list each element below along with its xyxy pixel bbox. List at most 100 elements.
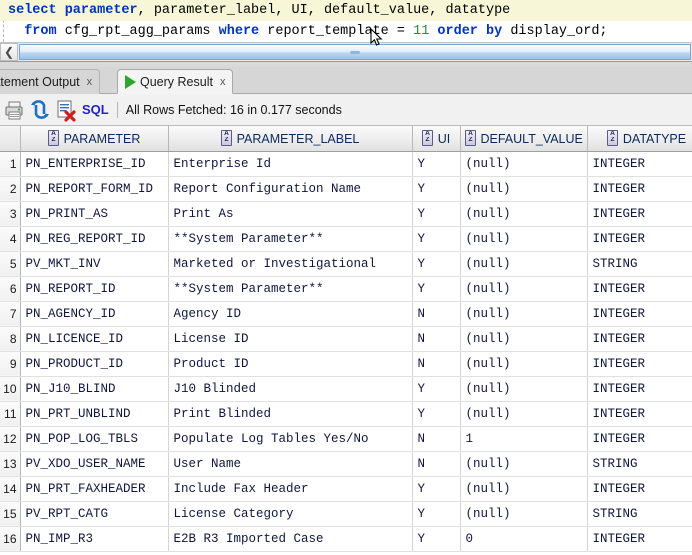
cell-ui[interactable]: Y — [412, 201, 461, 227]
editor-horizontal-scrollbar[interactable]: ❮ — [0, 42, 692, 61]
cell-parameter[interactable]: PV_RPT_CATG — [20, 501, 169, 527]
cell-parameter[interactable]: PN_PRODUCT_ID — [20, 351, 169, 377]
unpin-delete-icon[interactable] — [54, 98, 78, 122]
row-number-cell[interactable]: 10 — [0, 376, 21, 402]
cell-datatype[interactable]: INTEGER — [587, 201, 692, 227]
cell-default-value[interactable]: (null) — [460, 151, 588, 177]
cell-default-value[interactable]: (null) — [460, 401, 588, 427]
table-row[interactable]: 3 PN_PRINT_AS Print As Y (null) INTEGER — [0, 201, 692, 227]
cell-default-value[interactable]: (null) — [460, 501, 588, 527]
print-icon[interactable] — [2, 98, 26, 122]
cell-parameter[interactable]: PN_ENTERPRISE_ID — [20, 151, 169, 177]
table-row[interactable]: 11 PN_PRT_UNBLIND Print Blinded Y (null) INTE… — [0, 401, 692, 427]
row-number-cell[interactable]: 11 — [0, 401, 21, 427]
cell-parameter-label[interactable]: Print As — [168, 201, 413, 227]
cell-ui[interactable]: Y — [412, 526, 461, 552]
table-row[interactable]: 7 PN_AGENCY_ID Agency ID N (null) INTEGER — [0, 301, 692, 327]
table-row[interactable]: 6 PN_REPORT_ID **System Parameter** Y (null)… — [0, 276, 692, 302]
cell-default-value[interactable]: (null) — [460, 301, 588, 327]
cell-parameter[interactable]: PV_XDO_USER_NAME — [20, 451, 169, 477]
tab-query-result[interactable]: Query Result x — [117, 69, 234, 94]
row-number-cell[interactable]: 1 — [0, 151, 21, 177]
cell-parameter-label[interactable]: User Name — [168, 451, 413, 477]
column-header-ui[interactable]: A Z UI — [412, 126, 461, 152]
column-header-parameter-label[interactable]: A Z PARAMETER_LABEL — [168, 126, 413, 152]
cell-parameter[interactable]: PN_POP_LOG_TBLS — [20, 426, 169, 452]
cell-parameter-label[interactable]: Enterprise Id — [168, 151, 413, 177]
table-row[interactable]: 5 PV_MKT_INV Marketed or Investigational Y(… — [0, 251, 692, 277]
cell-parameter[interactable]: PN_PRT_UNBLIND — [20, 401, 169, 427]
cell-ui[interactable]: Y — [412, 226, 461, 252]
row-number-cell[interactable]: 14 — [0, 476, 21, 502]
row-number-cell[interactable]: 8 — [0, 326, 21, 352]
table-row[interactable]: 15 PV_RPT_CATG License Category Y (null) STRI… — [0, 501, 692, 527]
cell-parameter-label[interactable]: **System Parameter** — [168, 226, 413, 252]
cell-parameter[interactable]: PV_MKT_INV — [20, 251, 169, 277]
table-row[interactable]: 4 PN_REG_REPORT_ID **System Parameter** Y (n… — [0, 226, 692, 252]
table-row[interactable]: 10 PN_J10_BLIND J10 Blinded Y (null) INTEGER — [0, 376, 692, 402]
close-icon[interactable]: x — [220, 76, 226, 88]
cell-default-value[interactable]: (null) — [460, 276, 588, 302]
tab-statement-output[interactable]: tatement Output x — [0, 69, 101, 94]
cell-ui[interactable]: N — [412, 451, 461, 477]
row-number-cell[interactable]: 13 — [0, 451, 21, 477]
cell-ui[interactable]: Y — [412, 276, 461, 302]
cell-datatype[interactable]: STRING — [587, 501, 692, 527]
cell-default-value[interactable]: (null) — [460, 201, 588, 227]
cell-default-value[interactable]: 1 — [460, 426, 588, 452]
row-number-cell[interactable]: 3 — [0, 201, 21, 227]
row-number-cell[interactable]: 6 — [0, 276, 21, 302]
row-number-cell[interactable]: 7 — [0, 301, 21, 327]
cell-parameter-label[interactable]: Include Fax Header — [168, 476, 413, 502]
cell-default-value[interactable]: (null) — [460, 376, 588, 402]
cell-default-value[interactable]: (null) — [460, 326, 588, 352]
sql-code-line-1[interactable]: select parameter, parameter_label, UI, d… — [0, 0, 692, 21]
cell-ui[interactable]: N — [412, 326, 461, 352]
cell-parameter[interactable]: PN_AGENCY_ID — [20, 301, 169, 327]
cell-datatype[interactable]: INTEGER — [587, 476, 692, 502]
row-number-cell[interactable]: 9 — [0, 351, 21, 377]
cell-parameter-label[interactable]: License Category — [168, 501, 413, 527]
cell-datatype[interactable]: INTEGER — [587, 326, 692, 352]
column-header-default-value[interactable]: A Z DEFAULT_VALUE — [460, 126, 588, 152]
rownum-header[interactable] — [0, 126, 21, 152]
cell-default-value[interactable]: (null) — [460, 251, 588, 277]
cell-ui[interactable]: Y — [412, 376, 461, 402]
sql-mode-label[interactable]: SQL — [82, 102, 109, 117]
cell-parameter[interactable]: PN_LICENCE_ID — [20, 326, 169, 352]
close-icon[interactable]: x — [87, 76, 93, 88]
cell-datatype[interactable]: INTEGER — [587, 526, 692, 552]
table-row[interactable]: 12 PN_POP_LOG_TBLS Populate Log Tables Yes… — [0, 426, 692, 452]
cell-datatype[interactable]: INTEGER — [587, 401, 692, 427]
cell-datatype[interactable]: STRING — [587, 251, 692, 277]
row-number-cell[interactable]: 15 — [0, 501, 21, 527]
cell-parameter-label[interactable]: Product ID — [168, 351, 413, 377]
column-header-datatype[interactable]: A Z DATATYPE — [587, 126, 692, 152]
cell-parameter-label[interactable]: Report Configuration Name — [168, 176, 413, 202]
table-row[interactable]: 9 PN_PRODUCT_ID Product ID N (null) INTEGER — [0, 351, 692, 377]
cell-parameter[interactable]: PN_J10_BLIND — [20, 376, 169, 402]
sql-editor[interactable]: select parameter, parameter_label, UI, d… — [0, 0, 692, 42]
table-row[interactable]: 8 PN_LICENCE_ID License ID N (null) INTEGER — [0, 326, 692, 352]
cell-ui[interactable]: Y — [412, 251, 461, 277]
cell-default-value[interactable]: (null) — [460, 476, 588, 502]
table-row[interactable]: 16 PN_IMP_R3 E2B R3 Imported Case Y 0 INTEGER — [0, 526, 692, 552]
cell-parameter-label[interactable]: License ID — [168, 326, 413, 352]
cell-datatype[interactable]: INTEGER — [587, 376, 692, 402]
row-number-cell[interactable]: 16 — [0, 526, 21, 552]
refresh-icon[interactable] — [28, 98, 52, 122]
chevron-left-icon[interactable]: ❮ — [0, 43, 18, 61]
table-row[interactable]: 14 PN_PRT_FAXHEADER Include Fax Header Y (nu… — [0, 476, 692, 502]
cell-datatype[interactable]: INTEGER — [587, 301, 692, 327]
cell-datatype[interactable]: INTEGER — [587, 276, 692, 302]
cell-default-value[interactable]: 0 — [460, 526, 588, 552]
cell-datatype[interactable]: INTEGER — [587, 351, 692, 377]
cell-datatype[interactable]: INTEGER — [587, 176, 692, 202]
cell-datatype[interactable]: INTEGER — [587, 151, 692, 177]
cell-parameter[interactable]: PN_PRINT_AS — [20, 201, 169, 227]
table-row[interactable]: 1 PN_ENTERPRISE_ID Enterprise Id Y (null) INT… — [0, 151, 692, 177]
cell-parameter[interactable]: PN_PRT_FAXHEADER — [20, 476, 169, 502]
column-header-parameter[interactable]: A Z PARAMETER — [20, 126, 169, 152]
cell-parameter-label[interactable]: E2B R3 Imported Case — [168, 526, 413, 552]
cell-default-value[interactable]: (null) — [460, 226, 588, 252]
